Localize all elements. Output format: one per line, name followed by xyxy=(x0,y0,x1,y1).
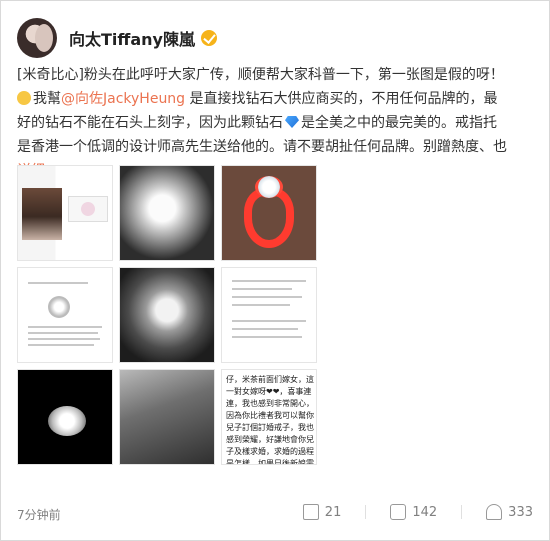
image-thumbnail-5[interactable] xyxy=(119,267,215,363)
post-actions: 21 142 333 xyxy=(279,504,533,520)
post-text-line-1: [米奇比心]粉头在此呼吁大家广传，顺便帮大家科普一下，第一张图是假的呀！ xyxy=(17,67,504,83)
like-button[interactable]: 333 xyxy=(486,504,533,520)
share-button[interactable]: 21 xyxy=(302,504,342,520)
image-thumbnail-1[interactable] xyxy=(17,165,113,261)
post-text-line-3: 好的钻石不能在石头上刻字，因为此颗钻石 是全美之中的最完美的。戒指托 xyxy=(17,111,537,135)
like-icon xyxy=(486,504,503,520)
post-time[interactable]: 7分钟前 xyxy=(17,506,61,523)
post-text-fragment: 我幫 xyxy=(33,91,61,107)
image-thumbnail-7[interactable] xyxy=(17,369,113,465)
post-text-line-4: 是香港一个低调的设计师高先生送给他的。请不要胡扯任何品牌。别蹭熱度、也 xyxy=(17,139,507,155)
post-text-fragment: 是直接找钻石大供应商买的，不用任何品牌的，最 xyxy=(185,91,498,107)
username[interactable]: 向太Tiffany陳嵐 xyxy=(69,26,195,50)
image-thumbnail-9[interactable]: 仔，米茶前面们嫁女，這一對女嫁呀❤❤，喜事連連，我也感到非常開心，因為你比禮者我… xyxy=(221,369,317,465)
post-header: 向太Tiffany陳嵐 xyxy=(17,18,217,58)
post-text-fragment: 是全美之中的最完美的。戒指托 xyxy=(301,115,497,131)
image-thumbnail-2[interactable] xyxy=(119,165,215,261)
weibo-post: 向太Tiffany陳嵐 [米奇比心]粉头在此呼吁大家广传，顺便帮大家科普一下，第… xyxy=(0,0,550,541)
image-thumbnail-8[interactable] xyxy=(119,369,215,465)
mention-link[interactable]: @向佐JackyHeung xyxy=(61,91,185,107)
share-count: 21 xyxy=(324,504,342,520)
image-grid: 仔，米茶前面们嫁女，這一對女嫁呀❤❤，喜事連連，我也感到非常開心，因為你比禮者我… xyxy=(17,165,317,465)
post-text-fragment: 好的钻石不能在石头上刻字，因为此颗钻石 xyxy=(17,115,283,131)
comment-icon xyxy=(390,504,407,520)
action-divider xyxy=(461,505,463,519)
image-thumbnail-3[interactable] xyxy=(221,165,317,261)
share-icon xyxy=(302,504,319,520)
post-text-line-2: 我幫@向佐JackyHeung 是直接找钻石大供应商买的，不用任何品牌的，最 xyxy=(17,87,537,111)
image-thumbnail-6[interactable] xyxy=(221,267,317,363)
diamond-emoji-icon xyxy=(285,116,299,128)
comment-button[interactable]: 142 xyxy=(390,504,437,520)
emoji-icon xyxy=(17,91,31,105)
avatar[interactable] xyxy=(17,18,57,58)
like-count: 333 xyxy=(508,504,533,520)
verified-badge-icon xyxy=(200,30,217,46)
image-thumbnail-text: 仔，米茶前面们嫁女，這一對女嫁呀❤❤，喜事連連，我也感到非常開心，因為你比禮者我… xyxy=(226,375,314,465)
comment-count: 142 xyxy=(412,504,438,520)
action-divider xyxy=(365,505,367,519)
image-thumbnail-4[interactable] xyxy=(17,267,113,363)
